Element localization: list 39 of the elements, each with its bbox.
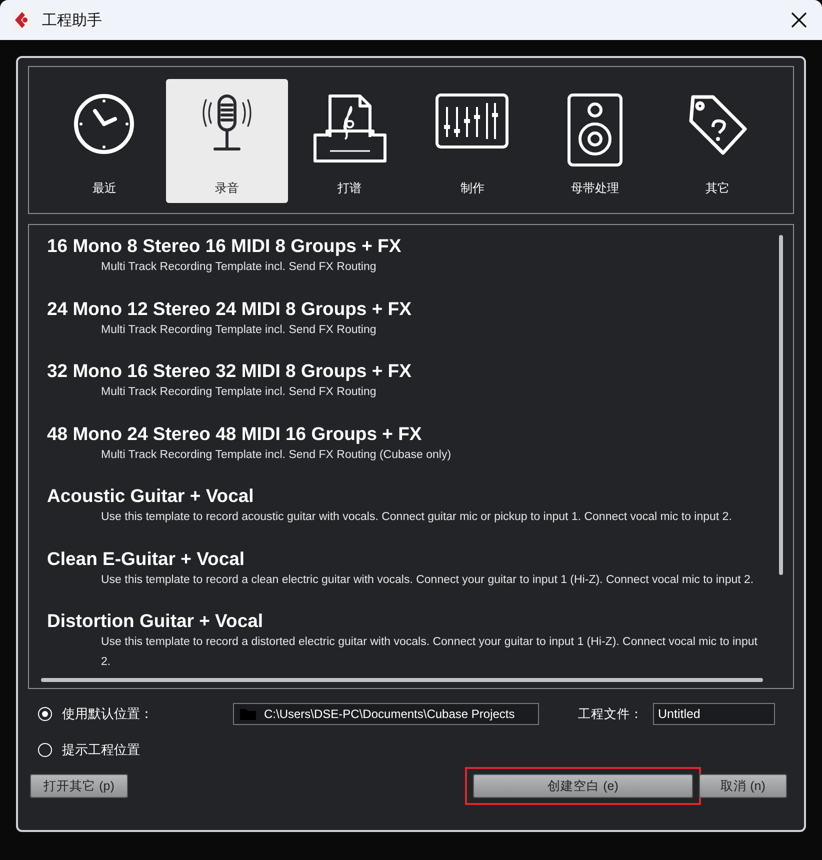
category-tab[interactable]: 母带处理 <box>534 79 656 203</box>
template-title[interactable]: Acoustic Guitar + Vocal <box>47 485 254 507</box>
template-description: Multi Track Recording Template incl. Send FX Routing <box>101 260 378 275</box>
project-file-field[interactable]: Untitled <box>653 703 775 725</box>
template-title[interactable]: Distortion Guitar + Vocal <box>47 610 264 632</box>
template-title[interactable]: Clean E-Guitar + Vocal <box>47 548 245 570</box>
path-field[interactable]: C:\Users\DSE-PC\Documents\Cubase Projects <box>233 703 539 725</box>
folder-icon <box>240 708 256 720</box>
horizontal-scrollbar[interactable] <box>41 678 763 682</box>
window-title: 工程助手 <box>42 10 103 30</box>
category-tab[interactable]: 录音 <box>166 79 288 203</box>
category-tab[interactable]: 最近 <box>43 79 166 203</box>
clock-icon <box>73 93 136 155</box>
app-logo-icon <box>12 10 32 30</box>
category-tab[interactable]: 打谱 <box>288 79 412 203</box>
template-title[interactable]: 16 Mono 8 Stereo 16 MIDI 8 Groups + FX <box>47 235 402 257</box>
vertical-scrollbar[interactable] <box>779 235 783 575</box>
mixer-icon <box>435 93 510 149</box>
dialog-button[interactable]: 取消 (n) <box>699 774 787 798</box>
category-tab[interactable]: 其它 <box>656 79 780 203</box>
dialog-button[interactable]: 打开其它 (p) <box>30 774 128 798</box>
template-description: Multi Track Recording Template incl. Send FX Routing <box>101 322 378 338</box>
location-radio[interactable]: 提示工程位置 <box>38 741 233 759</box>
speaker-icon <box>567 93 624 167</box>
radio-icon <box>38 743 52 757</box>
template-description: Use this template to record acoustic guitar with vocals. Connect guitar mic or pickup to input 1. Connect vocal mic to input 2. <box>101 510 733 525</box>
dialog-button[interactable]: 创建空白 (e) <box>473 774 693 798</box>
template-title[interactable]: 24 Mono 12 Stereo 24 MIDI 8 Groups + FX <box>47 298 412 320</box>
score-printer-icon <box>312 93 388 165</box>
template-title[interactable]: 32 Mono 16 Stereo 32 MIDI 8 Groups + FX <box>47 360 412 382</box>
radio-icon <box>38 707 52 721</box>
template-description: Multi Track Recording Template incl. Send FX Routing (Cubase only) <box>101 448 452 462</box>
category-tab[interactable]: 制作 <box>411 79 534 203</box>
location-radio[interactable]: 使用默认位置： <box>38 705 233 723</box>
template-description: Multi Track Recording Template incl. Send FX Routing <box>101 385 378 400</box>
template-title[interactable]: 48 Mono 24 Stereo 48 MIDI 16 Groups + FX <box>47 422 422 444</box>
project-file-label: 工程文件： <box>577 706 644 722</box>
template-description: Use this template to record a distorted electric guitar with vocals. Connect your guitar to input 1 (Hi-Z). Connect vocal mic to input 2. <box>101 635 758 670</box>
template-description: Use this template to record a clean electric guitar with vocals. Connect your guitar to input 1 (Hi-Z). Connect vocal mic to input 2. <box>101 572 755 588</box>
